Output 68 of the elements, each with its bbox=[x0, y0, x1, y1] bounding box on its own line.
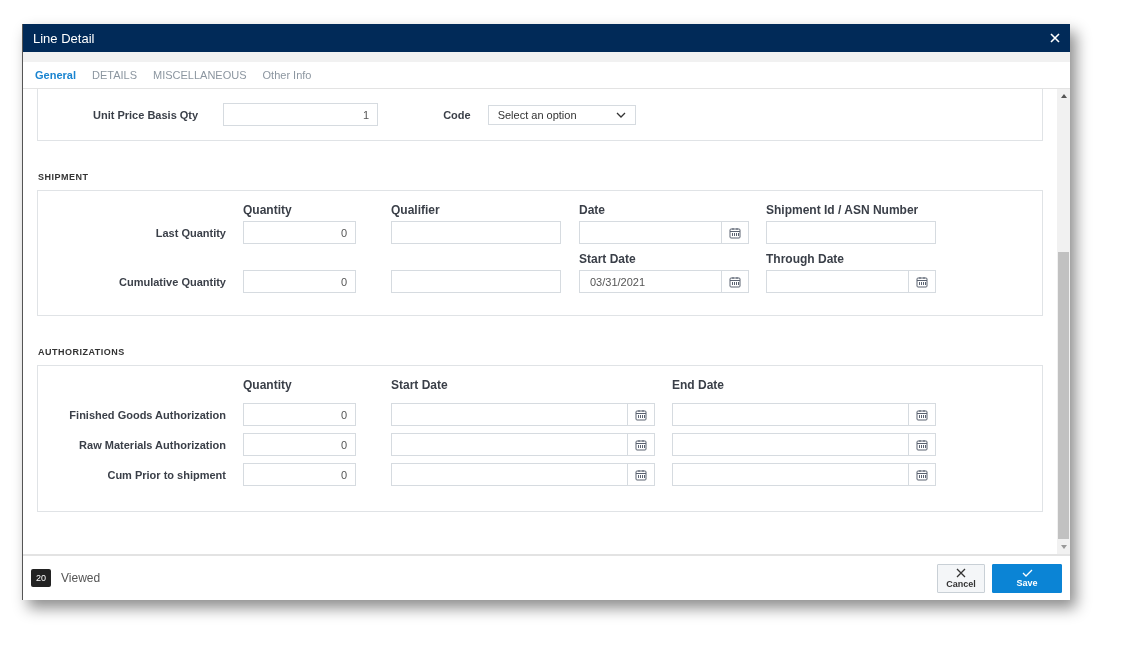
cancel-button[interactable]: Cancel bbox=[937, 563, 985, 593]
number-field[interactable]: 0 bbox=[243, 433, 356, 456]
text-field[interactable] bbox=[766, 221, 936, 244]
date-field[interactable]: 03/31/2021 bbox=[579, 270, 722, 293]
column-heading: End Date bbox=[672, 378, 724, 392]
calendar-icon bbox=[916, 438, 928, 451]
check-icon bbox=[1021, 568, 1033, 577]
column-heading: Qualifier bbox=[391, 203, 440, 217]
field-label: Unit Price Basis Qty bbox=[93, 108, 199, 121]
date-field[interactable] bbox=[391, 403, 628, 426]
close-icon[interactable] bbox=[1050, 33, 1060, 43]
calendar-button[interactable] bbox=[628, 403, 655, 426]
calendar-icon bbox=[635, 408, 647, 421]
calendar-icon bbox=[916, 275, 928, 288]
calendar-button[interactable] bbox=[909, 433, 936, 456]
save-button[interactable]: Save bbox=[992, 563, 1062, 593]
field-label: Cumulative Quantity bbox=[119, 275, 226, 288]
calendar-icon bbox=[635, 468, 647, 481]
calendar-button[interactable] bbox=[722, 270, 749, 293]
number-field[interactable]: 0 bbox=[243, 221, 356, 244]
field-label: Last Quantity bbox=[155, 226, 226, 239]
column-heading: Quantity bbox=[243, 378, 292, 392]
field-label: Cum Prior to shipment bbox=[107, 468, 226, 481]
calendar-icon bbox=[916, 408, 928, 421]
calendar-button[interactable] bbox=[628, 433, 655, 456]
column-heading: Start Date bbox=[391, 378, 448, 392]
calendar-icon bbox=[729, 275, 741, 288]
status-text: Viewed bbox=[61, 571, 101, 585]
calendar-button[interactable] bbox=[722, 221, 749, 244]
date-field[interactable] bbox=[391, 463, 628, 486]
calendar-button[interactable] bbox=[628, 463, 655, 486]
field-label: Code bbox=[443, 108, 471, 121]
number-field[interactable]: 0 bbox=[243, 463, 356, 486]
number-field[interactable]: 0 bbox=[243, 270, 356, 293]
column-heading: Quantity bbox=[243, 203, 292, 217]
column-heading: Shipment Id / ASN Number bbox=[766, 203, 919, 217]
calendar-icon bbox=[635, 438, 647, 451]
number-field[interactable]: 1 bbox=[223, 103, 379, 126]
tab[interactable]: General bbox=[27, 69, 84, 81]
date-field[interactable] bbox=[766, 270, 909, 293]
date-field[interactable] bbox=[672, 433, 909, 456]
column-heading: Through Date bbox=[766, 252, 844, 266]
calendar-button[interactable] bbox=[909, 463, 936, 486]
field-label: Raw Materials Authorization bbox=[79, 438, 226, 451]
column-heading: Date bbox=[579, 203, 605, 217]
date-field[interactable] bbox=[391, 433, 628, 456]
field-label: Finished Goods Authorization bbox=[69, 408, 226, 421]
calendar-icon bbox=[729, 226, 741, 239]
count-badge: 20 bbox=[31, 569, 51, 587]
calendar-button[interactable] bbox=[909, 403, 936, 426]
select-dropdown[interactable]: Select an option bbox=[487, 104, 636, 125]
number-field[interactable]: 0 bbox=[243, 403, 356, 426]
close-icon bbox=[956, 567, 966, 578]
calendar-button[interactable] bbox=[909, 270, 936, 293]
date-field[interactable] bbox=[672, 403, 909, 426]
scrollbar[interactable] bbox=[1057, 89, 1070, 554]
chevron-down-icon bbox=[615, 111, 626, 118]
window-title: Line Detail bbox=[33, 30, 95, 46]
date-field[interactable] bbox=[579, 221, 722, 244]
date-field[interactable] bbox=[672, 463, 909, 486]
scroll-up-icon[interactable] bbox=[1060, 94, 1067, 98]
text-field[interactable] bbox=[391, 221, 561, 244]
scroll-down-icon[interactable] bbox=[1060, 545, 1067, 549]
text-field[interactable] bbox=[391, 270, 561, 293]
column-heading: Start Date bbox=[579, 252, 636, 266]
calendar-icon bbox=[916, 468, 928, 481]
section-heading: AUTHORIZATIONS bbox=[38, 347, 126, 357]
section-heading: SHIPMENT bbox=[38, 172, 90, 182]
